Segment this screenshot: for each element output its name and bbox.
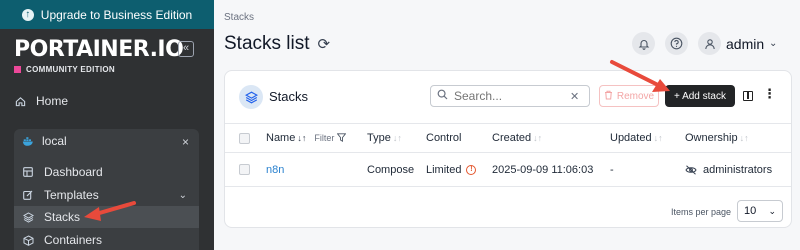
select-all-checkbox[interactable] [239,124,250,152]
add-stack-button[interactable]: + Add stack [665,85,735,107]
sidebar-item-label: Containers [44,233,103,247]
table-header: Name ↓↑ Filter Type ↓↑ Control Created ↓↑ … [225,123,791,153]
items-per-page-label: Items per page [671,207,732,217]
stacks-panel: Stacks ✕ Remove + Add stack ⋮ Name ↓↑ Fi… [224,70,792,228]
add-stack-label: + Add stack [674,90,726,102]
remove-button[interactable]: Remove [599,85,659,107]
search-icon [437,89,448,103]
sidebar-item-containers[interactable]: Containers [14,229,199,250]
sidebar-item-label: Home [36,94,69,108]
edition-label: COMMUNITY EDITION [26,65,115,74]
column-type[interactable]: Type ↓↑ [367,124,402,152]
filter-label[interactable]: Filter [314,133,334,143]
notifications-bell-icon[interactable] [632,32,655,55]
portainer-logo[interactable]: PORTAINER.IO [14,37,184,62]
user-avatar-icon[interactable] [698,32,721,55]
chevron-down-icon: ⌄ [768,205,776,216]
breadcrumb[interactable]: Stacks [224,12,254,23]
sort-icon: ↓↑ [533,133,543,143]
warning-info-icon[interactable]: ! [466,164,477,175]
sort-icon: ↓↑ [739,133,749,143]
close-environment-icon[interactable]: × [182,135,189,149]
edit-icon [22,189,34,201]
panel-title: Stacks [269,89,309,104]
column-updated[interactable]: Updated ↓↑ [610,124,663,152]
stack-type: Compose [367,163,415,176]
trash-icon [604,90,613,103]
stack-control: Limited ! [426,153,477,186]
edition-marker-icon [14,66,21,73]
clear-search-icon[interactable]: ✕ [570,90,579,103]
upgrade-label: Upgrade to Business Edition [40,7,193,22]
edition-badge: COMMUNITY EDITION [14,65,115,74]
column-name[interactable]: Name ↓↑ Filter [266,124,347,152]
stack-updated: - [610,163,614,176]
column-control: Control [426,132,462,144]
remove-label: Remove [616,90,655,102]
sidebar-item-templates[interactable]: Templates ⌄ [14,184,199,206]
row-checkbox[interactable] [239,153,250,186]
refresh-icon[interactable]: ⟳ [318,35,331,53]
box-icon [22,234,34,246]
sidebar-item-dashboard[interactable]: Dashboard [14,161,199,183]
sidebar: ↑ Upgrade to Business Edition PORTAINER.… [0,0,214,250]
environment-name: local [42,134,67,148]
environment-header[interactable]: local [22,134,67,148]
column-created[interactable]: Created ↓↑ [492,124,542,152]
filter-icon[interactable] [336,132,347,144]
page-title: Stacks list ⟳ [224,33,330,55]
docker-icon [22,135,34,147]
sidebar-item-home[interactable]: Home [14,90,68,112]
home-icon [14,95,26,107]
stacks-layers-icon [239,85,263,109]
sort-icon: ↓↑ [392,133,402,143]
help-icon[interactable] [665,32,688,55]
layers-icon [22,211,34,223]
sidebar-item-label: Templates [44,188,99,202]
sort-icon: ↓↑ [653,133,663,143]
items-per-page-select[interactable]: 10 ⌄ [737,200,783,222]
dashboard-icon [22,166,34,178]
column-ownership[interactable]: Ownership ↓↑ [685,124,749,152]
search-box: ✕ [430,85,590,107]
stack-created: 2025-09-09 11:06:03 [492,163,594,176]
eye-off-icon [685,164,697,175]
user-menu-name[interactable]: admin [726,36,764,52]
stack-name-link[interactable]: n8n [266,153,284,186]
sidebar-item-label: Stacks [44,210,81,224]
table-row: n8n Compose Limited ! 2025-09-09 11:06:0… [225,153,791,187]
main-content: Stacks Stacks list ⟳ admin ⌄ Stacks ✕ Re… [214,0,800,250]
sidebar-item-label: Dashboard [44,165,103,179]
user-menu-chevron-icon[interactable]: ⌄ [769,38,777,49]
stack-ownership: administrators [685,153,772,186]
page-title-text: Stacks list [224,33,310,54]
sort-icon: ↓↑ [297,133,307,143]
columns-toggle-icon[interactable] [743,91,753,101]
upgrade-banner[interactable]: ↑ Upgrade to Business Edition [0,0,214,29]
chevron-down-icon[interactable]: ⌄ [179,190,187,201]
collapse-sidebar-button[interactable]: « [178,41,194,57]
upgrade-icon: ↑ [21,8,34,21]
environment-section: local × Dashboard Templates ⌄ Stacks Con… [14,129,199,250]
sidebar-item-stacks[interactable]: Stacks [14,206,199,228]
search-input[interactable] [454,89,564,103]
more-options-icon[interactable]: ⋮ [763,86,776,102]
